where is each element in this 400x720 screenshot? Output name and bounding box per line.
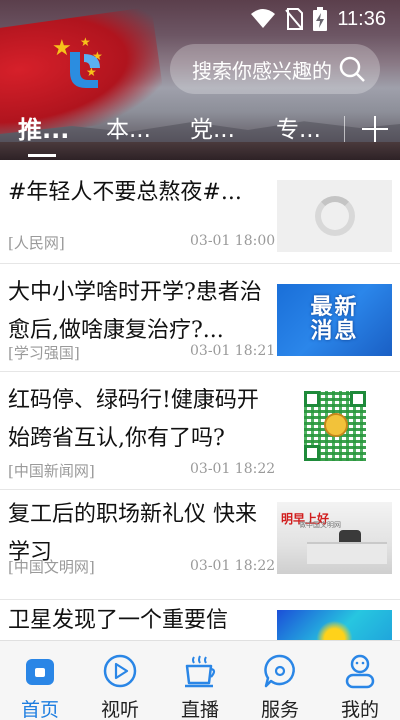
status-bar: 11:36 (0, 0, 400, 38)
channel-tabs: 推... 本... 党... 专... (0, 108, 400, 160)
news-source: [中国文明网] (8, 558, 95, 576)
news-time: 03-01 18:22 (190, 461, 276, 477)
news-source: [中国新闻网] (8, 462, 95, 480)
news-title[interactable]: 卫星发现了一个重要信 (8, 602, 268, 640)
tab-divider (344, 116, 345, 142)
news-time: 03-01 18:22 (190, 558, 276, 574)
news-thumbnail[interactable]: 最新 消息 (277, 284, 392, 356)
loading-spinner-icon (314, 196, 355, 236)
status-time: 11:36 (337, 7, 386, 30)
coffee-cup-icon[interactable] (182, 653, 218, 689)
news-thumbnail[interactable]: 明早上好 做中国文明网 (277, 502, 392, 574)
no-sim-icon (285, 8, 304, 30)
app-logo-icon (70, 52, 100, 88)
header-banner: ★ ★ ★ ★ 11:36 搜索你感兴趣的 推... 本... 党... 专..… (0, 0, 400, 160)
thumb-text: 最新 (310, 295, 359, 320)
list-item[interactable]: 复工后的职场新礼仪 快来学习 [中国文明网] 03-01 18:22 明早上好 … (0, 490, 400, 600)
news-thumbnail[interactable] (277, 180, 392, 252)
news-feed: #年轻人不要总熬夜#... [人民网] 03-01 18:00 大中小学啥时开学… (0, 160, 400, 640)
tab-special[interactable]: 专... (276, 110, 321, 144)
qr-code-icon (303, 391, 366, 461)
list-item[interactable]: 红码停、绿码行!健康码开始跨省互认,你有了吗? [中国新闻网] 03-01 18… (0, 372, 400, 490)
news-thumbnail[interactable] (277, 390, 392, 462)
profile-icon[interactable] (342, 653, 378, 689)
bottom-navigation: 首页 视听 直播 服务 我的 (0, 640, 400, 720)
tab-local[interactable]: 本... (106, 110, 151, 144)
nav-label: 我的 (340, 699, 379, 720)
wifi-icon (251, 9, 276, 29)
plus-icon[interactable] (358, 112, 392, 146)
search-icon[interactable] (338, 55, 366, 83)
active-tab-indicator (28, 154, 56, 157)
news-title[interactable]: #年轻人不要总熬夜#... (8, 174, 268, 212)
news-time: 03-01 18:21 (190, 343, 276, 359)
nav-label: 直播 (180, 699, 219, 720)
search-input[interactable]: 搜索你感兴趣的 (192, 55, 352, 84)
news-source: [学习强国] (8, 344, 80, 362)
thumb-banner: 明早上好 做中国文明网 (281, 512, 341, 529)
nav-home[interactable]: 首页 (0, 641, 80, 720)
battery-charging-icon (313, 7, 328, 31)
news-source: [人民网] (8, 234, 65, 252)
news-title[interactable]: 大中小学啥时开学?患者治愈后,做啥康复治疗?... (8, 274, 268, 350)
nav-label: 视听 (100, 699, 139, 720)
home-icon[interactable] (22, 653, 58, 689)
tab-recommend[interactable]: 推... (18, 110, 69, 145)
search-bar[interactable]: 搜索你感兴趣的 (170, 44, 380, 94)
nav-video[interactable]: 视听 (80, 641, 160, 720)
thumb-text: 消息 (310, 319, 359, 344)
play-icon[interactable] (102, 653, 138, 689)
nav-service[interactable]: 服务 (240, 641, 320, 720)
nav-live[interactable]: 直播 (160, 641, 240, 720)
desk-icon (307, 542, 387, 564)
list-item[interactable]: 卫星发现了一个重要信 (0, 600, 400, 640)
tab-party[interactable]: 党... (190, 110, 235, 144)
news-title[interactable]: 红码停、绿码行!健康码开始跨省互认,你有了吗? (8, 382, 268, 458)
nav-label: 服务 (260, 699, 299, 720)
list-item[interactable]: 大中小学啥时开学?患者治愈后,做啥康复治疗?... [学习强国] 03-01 1… (0, 264, 400, 372)
nav-profile[interactable]: 我的 (320, 641, 400, 720)
news-time: 03-01 18:00 (190, 233, 276, 249)
service-chat-icon[interactable] (262, 653, 298, 689)
list-item[interactable]: #年轻人不要总熬夜#... [人民网] 03-01 18:00 (0, 160, 400, 264)
nav-label: 首页 (20, 699, 59, 720)
news-thumbnail[interactable] (277, 610, 392, 640)
